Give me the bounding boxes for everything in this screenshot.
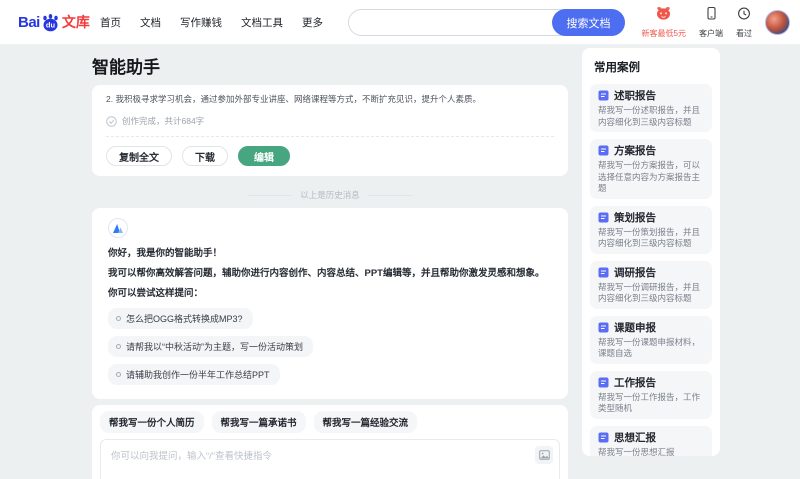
- case-title: 方案报告: [614, 145, 656, 157]
- history-divider-text: 以上是历史消息: [300, 190, 360, 200]
- edit-button[interactable]: 编辑: [238, 146, 290, 166]
- case-card-sixiang[interactable]: 思想汇报 帮我写一份思想汇报: [590, 425, 712, 457]
- nav-item-docs[interactable]: 文档: [140, 15, 161, 30]
- suggestion-chip[interactable]: 请帮我以“中秋活动”为主题，写一份活动策划: [108, 336, 313, 357]
- promo-icon: [655, 6, 672, 26]
- promo-entry[interactable]: 新客最低5元: [642, 6, 686, 39]
- main-nav: 首页 文档 写作赚钱 文档工具 更多: [100, 0, 323, 45]
- case-card-diaoyan[interactable]: 调研报告 帮我写一份调研报告，并且内容细化到三级内容标题: [590, 260, 712, 309]
- greeting-line-2: 我可以帮你高效解答问题，辅助你进行内容创作、内容总结、PPT编辑等，并且帮助你激…: [108, 268, 545, 279]
- history-actions: 复制全文 下载 编辑: [106, 146, 554, 166]
- common-cases-panel: 常用案例 述职报告 帮我写一份述职报告，并且内容细化到三级内容标题 方案报告 帮…: [582, 48, 720, 456]
- case-card-keti[interactable]: 课题申报 帮我写一份课题申报材料，课题自选: [590, 315, 712, 364]
- nav-item-more[interactable]: 更多: [302, 15, 323, 30]
- history-divider: 以上是历史消息: [92, 189, 568, 201]
- paw-icon: du: [41, 13, 60, 32]
- case-desc: 帮我写一份工作报告，工作类型随机: [598, 391, 701, 414]
- image-upload-icon: [538, 450, 550, 460]
- history-tail-text: 2. 我积极寻求学习机会，通过参加外部专业讲座、网络课程等方式，不断扩充见识，提…: [106, 94, 481, 104]
- doc-case-icon: [598, 212, 609, 223]
- copy-full-text-button[interactable]: 复制全文: [106, 146, 172, 166]
- search-button[interactable]: 搜索文档: [552, 9, 625, 36]
- promo-label: 新客最低5元: [641, 29, 686, 38]
- assistant-avatar: [108, 218, 128, 238]
- viewed-entry[interactable]: 看过: [736, 6, 752, 39]
- doc-case-icon: [598, 377, 609, 388]
- page-title: 智能助手: [92, 58, 160, 77]
- viewed-label: 看过: [736, 29, 752, 38]
- case-title: 课题申报: [614, 321, 656, 334]
- composer-card: 帮我写一份个人简历 帮我写一篇承诺书 帮我写一篇经验交流 0/400: [92, 405, 568, 479]
- case-desc: 帮我写一份课题申报材料，课题自选: [598, 336, 701, 359]
- bullet-circle-icon: [116, 372, 121, 377]
- creation-status: 创作完成，共计684字: [106, 115, 554, 127]
- case-desc: 帮我写一份调研报告，并且内容细化到三级内容标题: [598, 281, 701, 304]
- greeting-line-3: 你可以尝试这样提问：: [108, 288, 204, 299]
- message-input-box: 0/400: [100, 439, 560, 479]
- nav-item-home[interactable]: 首页: [100, 15, 121, 30]
- logo-text-wenku: 文库: [61, 14, 90, 30]
- logo-text-bai: Bai: [18, 13, 40, 31]
- greeting-line-1: 你好，我是你的智能助手！: [108, 248, 223, 259]
- user-avatar[interactable]: [765, 10, 790, 35]
- case-title: 述职报告: [614, 90, 656, 102]
- search-bar: 搜索文档: [348, 9, 625, 36]
- greeting-card: 你好，我是你的智能助手！ 我可以帮你高效解答问题，辅助你进行内容创作、内容总结、…: [92, 208, 568, 399]
- client-entry[interactable]: 客户端: [699, 6, 723, 39]
- download-button[interactable]: 下载: [182, 146, 228, 166]
- assistant-main: 智能助手 2. 我积极寻求学习机会，通过参加外部专业讲座、网络课程等方式，不断扩…: [92, 45, 568, 479]
- doc-case-icon: [598, 145, 609, 156]
- assistant-logo-icon: [112, 223, 124, 234]
- divider-line-right: [367, 194, 413, 196]
- case-card-gongzuo[interactable]: 工作报告 帮我写一份工作报告，工作类型随机: [590, 370, 712, 419]
- quick-prompt-resume[interactable]: 帮我写一份个人简历: [100, 411, 204, 433]
- doc-case-icon: [598, 90, 609, 101]
- svg-text:du: du: [46, 20, 56, 29]
- case-title: 调研报告: [614, 266, 656, 279]
- case-card-cehua[interactable]: 策划报告 帮我写一份策划报告，并且内容细化到三级内容标题: [590, 205, 712, 254]
- case-desc: 帮我写一份策划报告，并且内容细化到三级内容标题: [598, 226, 701, 249]
- message-input[interactable]: [101, 440, 559, 479]
- case-desc: 帮我写一份述职报告，并且内容细化到三级内容标题: [598, 105, 701, 127]
- doc-case-icon: [598, 322, 609, 333]
- header-actions: 新客最低5元 客户端 看过: [642, 6, 790, 39]
- creation-status-text: 创作完成，共计684字: [122, 116, 205, 126]
- nav-item-earn[interactable]: 写作赚钱: [180, 15, 222, 30]
- image-upload-button[interactable]: [535, 446, 553, 464]
- case-card-fangan[interactable]: 方案报告 帮我写一份方案报告，可以选择任意内容为方案报告主题: [590, 139, 712, 199]
- clock-icon: [737, 6, 751, 26]
- doc-case-icon: [598, 267, 609, 278]
- case-card-shuzhi[interactable]: 述职报告 帮我写一份述职报告，并且内容细化到三级内容标题: [590, 84, 712, 132]
- suggestion-text: 请帮我以“中秋活动”为主题，写一份活动策划: [126, 342, 303, 352]
- bullet-circle-icon: [116, 344, 121, 349]
- case-desc: 帮我写一份思想汇报: [598, 446, 675, 457]
- suggestion-chip[interactable]: 怎么把OGG格式转换成MP3?: [108, 308, 253, 329]
- case-title: 策划报告: [614, 211, 656, 224]
- phone-icon: [705, 6, 718, 26]
- case-desc: 帮我写一份方案报告，可以选择任意内容为方案报告主题: [598, 160, 701, 193]
- case-title: 工作报告: [614, 376, 656, 389]
- baidu-wenku-logo[interactable]: Bai du 文库: [18, 12, 90, 32]
- check-circle-icon: [106, 115, 117, 127]
- cases-panel-title: 常用案例: [594, 62, 640, 74]
- top-header: Bai du 文库 首页 文档 写作赚钱 文档工具 更多 搜索文档 新客最低5元…: [0, 0, 800, 45]
- suggestion-list: 怎么把OGG格式转换成MP3? 请帮我以“中秋活动”为主题，写一份活动策划 请辅…: [108, 308, 552, 385]
- quick-prompt-row: 帮我写一份个人简历 帮我写一篇承诺书 帮我写一篇经验交流: [100, 411, 560, 433]
- suggestion-text: 怎么把OGG格式转换成MP3?: [126, 314, 243, 324]
- doc-case-icon: [598, 432, 609, 443]
- bullet-circle-icon: [116, 316, 121, 321]
- quick-prompt-commitment[interactable]: 帮我写一篇承诺书: [211, 411, 306, 433]
- dashed-separator: [106, 136, 554, 137]
- suggestion-text: 请辅助我创作一份半年工作总结PPT: [126, 370, 270, 380]
- case-title: 思想汇报: [614, 431, 656, 444]
- nav-item-tools[interactable]: 文档工具: [241, 15, 283, 30]
- divider-line-left: [247, 194, 293, 196]
- history-message-card: 2. 我积极寻求学习机会，通过参加外部专业讲座、网络课程等方式，不断扩充见识，提…: [92, 85, 568, 176]
- quick-prompt-experience[interactable]: 帮我写一篇经验交流: [313, 411, 418, 433]
- client-label: 客户端: [699, 29, 723, 38]
- suggestion-chip[interactable]: 请辅助我创作一份半年工作总结PPT: [108, 364, 280, 385]
